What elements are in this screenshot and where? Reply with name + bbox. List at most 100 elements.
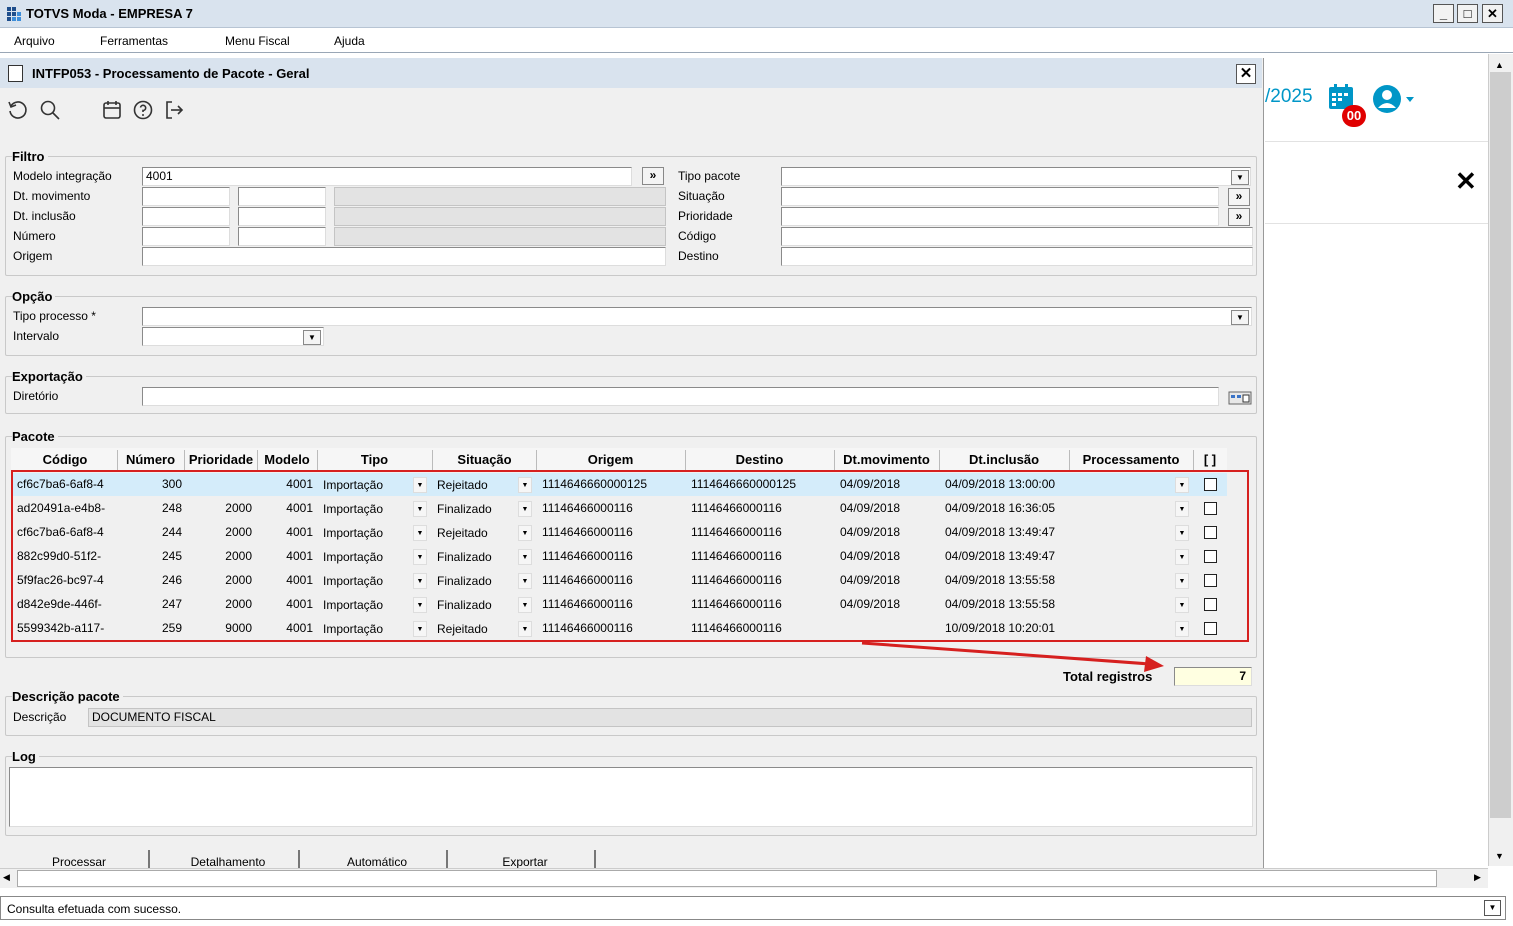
scroll-thumb[interactable] (1490, 72, 1511, 818)
column-divider (184, 450, 185, 471)
intervalo-label: Intervalo (13, 329, 60, 343)
intervalo-select[interactable] (142, 327, 324, 346)
dtmov-extra-field (334, 187, 666, 206)
menu-bar: Arquivo Ferramentas Menu Fiscal Ajuda (0, 29, 1513, 53)
chevron-down-icon[interactable]: ▼ (1231, 310, 1249, 325)
tipo-pacote-select[interactable] (781, 167, 1251, 186)
chevron-down-icon[interactable]: ▼ (1231, 170, 1249, 185)
col-prioridade[interactable]: Prioridade (185, 452, 257, 470)
horizontal-scrollbar[interactable]: ◀ ▶ (0, 868, 1488, 888)
dialog-title-bar: INTFP053 - Processamento de Pacote - Ger… (0, 58, 1262, 88)
scroll-down-icon[interactable]: ▼ (1495, 851, 1504, 861)
divider (1265, 223, 1488, 224)
modelo-lookup-button[interactable]: » (642, 167, 664, 185)
processar-button[interactable]: Processar (10, 850, 150, 868)
log-textarea[interactable] (9, 767, 1253, 827)
window-title-bar: TOTVS Moda - EMPRESA 7 _ □ ✕ (0, 0, 1513, 28)
col-numero[interactable]: Número (118, 452, 183, 470)
numero-from-input[interactable] (142, 227, 230, 246)
dialog-close-button[interactable]: ✕ (1236, 64, 1256, 84)
calendar-icon[interactable] (100, 98, 124, 122)
opcao-label: Opção (12, 289, 56, 304)
diretorio-label: Diretório (13, 389, 59, 403)
col-destino[interactable]: Destino (686, 452, 833, 470)
dtinc-extra-field (334, 207, 666, 226)
col-dtinclusao[interactable]: Dt.inclusão (940, 452, 1068, 470)
codigo-input[interactable] (781, 227, 1253, 246)
exit-icon[interactable] (162, 98, 186, 122)
origem-label: Origem (13, 249, 53, 263)
diretorio-input[interactable] (142, 387, 1219, 406)
dtinc-to-input[interactable] (238, 207, 326, 226)
date-fragment: /2025 (1265, 86, 1313, 107)
dtmov-from-input[interactable] (142, 187, 230, 206)
app-grid-icon (6, 6, 22, 22)
chevron-down-icon[interactable]: ▼ (303, 330, 321, 345)
right-panel: /2025 00 ✕ (1265, 58, 1488, 870)
scroll-up-icon[interactable]: ▲ (1495, 60, 1504, 70)
detalhamento-button[interactable]: Detalhamento (158, 850, 300, 868)
pacote-label: Pacote (12, 429, 58, 444)
column-divider (685, 450, 686, 471)
user-menu-icon[interactable] (1372, 84, 1418, 114)
refresh-icon[interactable] (6, 98, 30, 122)
vertical-scrollbar[interactable]: ▲ ▼ (1488, 54, 1513, 866)
scroll-left-icon[interactable]: ◀ (3, 872, 10, 883)
menu-arquivo[interactable]: Arquivo (14, 34, 55, 48)
total-registros-label: Total registros (1063, 669, 1153, 684)
log-label: Log (12, 749, 39, 764)
panel-close-icon[interactable]: ✕ (1455, 166, 1477, 197)
window-title: TOTVS Moda - EMPRESA 7 (26, 6, 193, 21)
chevron-down-icon[interactable]: ▼ (1484, 900, 1501, 916)
col-modelo[interactable]: Modelo (258, 452, 316, 470)
destino-input[interactable] (781, 247, 1253, 266)
folder-browse-icon[interactable] (1228, 389, 1252, 405)
prioridade-input[interactable] (781, 207, 1219, 226)
column-divider (536, 450, 537, 471)
scroll-thumb[interactable] (17, 870, 1437, 887)
menu-ajuda[interactable]: Ajuda (334, 34, 365, 48)
window-close-button[interactable]: ✕ (1482, 4, 1503, 23)
modelo-label: Modelo integração (13, 169, 112, 183)
maximize-button[interactable]: □ (1457, 4, 1478, 23)
exportar-button[interactable]: Exportar (456, 850, 596, 868)
menu-fiscal[interactable]: Menu Fiscal (225, 34, 290, 48)
scroll-right-icon[interactable]: ▶ (1474, 872, 1481, 883)
automatico-button[interactable]: Automático (308, 850, 448, 868)
dtmov-to-input[interactable] (238, 187, 326, 206)
col-select-all[interactable]: [ ] (1194, 452, 1226, 470)
situacao-input[interactable] (781, 187, 1219, 206)
total-registros-value: 7 (1174, 667, 1252, 686)
dialog-title: INTFP053 - Processamento de Pacote - Ger… (32, 66, 310, 81)
tipo-pacote-label: Tipo pacote (678, 169, 741, 183)
col-dtmovimento[interactable]: Dt.movimento (835, 452, 938, 470)
help-icon[interactable] (131, 98, 155, 122)
origem-input[interactable] (142, 247, 666, 266)
col-processamento[interactable]: Processamento (1070, 452, 1192, 470)
dtinc-label: Dt. inclusão (13, 209, 76, 223)
tipo-processo-select[interactable] (142, 307, 1252, 326)
exportacao-label: Exportação (12, 369, 86, 384)
col-tipo[interactable]: Tipo (318, 452, 431, 470)
modelo-input[interactable]: 4001 (142, 167, 632, 186)
column-divider (1069, 450, 1070, 471)
column-divider (834, 450, 835, 471)
col-situacao[interactable]: Situação (433, 452, 536, 470)
column-divider (317, 450, 318, 471)
dtinc-from-input[interactable] (142, 207, 230, 226)
col-origem[interactable]: Origem (537, 452, 684, 470)
menu-ferramentas[interactable]: Ferramentas (100, 34, 168, 48)
status-text: Consulta efetuada com sucesso. (7, 902, 182, 916)
numero-to-input[interactable] (238, 227, 326, 246)
numero-extra-field (334, 227, 666, 246)
prioridade-lookup-button[interactable]: » (1228, 208, 1250, 226)
search-icon[interactable] (38, 98, 62, 122)
situacao-lookup-button[interactable]: » (1228, 188, 1250, 206)
codigo-label: Código (678, 229, 717, 243)
column-divider (257, 450, 258, 471)
dtmov-label: Dt. movimento (13, 189, 91, 203)
minimize-button[interactable]: _ (1433, 4, 1454, 23)
col-codigo[interactable]: Código (13, 452, 117, 470)
button-bar: Processar Detalhamento Automático Export… (0, 846, 1264, 868)
tipo-processo-label: Tipo processo * (13, 309, 96, 323)
